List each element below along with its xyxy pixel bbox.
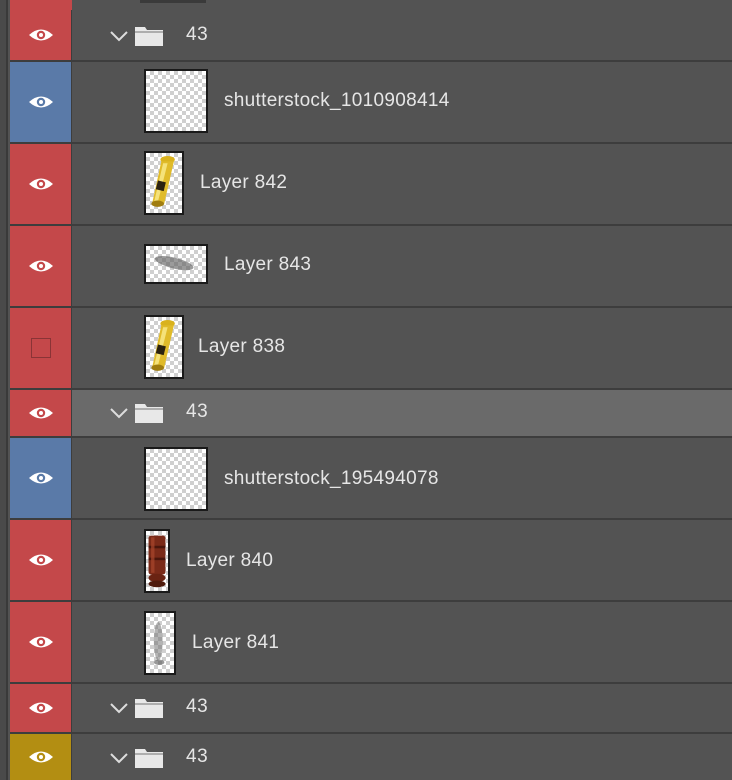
group-name: 43	[186, 401, 209, 422]
eye-icon	[28, 472, 53, 484]
layer-row[interactable]: Layer 840	[10, 520, 732, 602]
eye-icon	[28, 702, 53, 714]
gold-whistle-image	[151, 320, 175, 371]
eye-icon	[28, 751, 53, 763]
visibility-cell[interactable]	[10, 0, 72, 10]
layer-row[interactable]: shutterstock_195494078	[10, 438, 732, 520]
folder-icon	[135, 699, 163, 718]
eye-icon	[28, 407, 53, 419]
layer-name: shutterstock_195494078	[224, 468, 439, 489]
visibility-toggle[interactable]	[10, 684, 72, 732]
eye-icon	[28, 178, 53, 190]
layer-thumbnail	[144, 315, 184, 379]
visibility-toggle[interactable]	[10, 734, 72, 780]
layer-group-row[interactable]: 43	[10, 10, 732, 62]
layer-row[interactable]: Layer 842	[10, 144, 732, 226]
layer-thumbnail	[144, 611, 176, 675]
eye-icon	[28, 260, 53, 272]
visibility-toggle[interactable]	[10, 438, 72, 518]
visibility-toggle[interactable]	[10, 308, 72, 388]
group-name: 43	[186, 746, 209, 767]
visibility-toggle[interactable]	[10, 144, 72, 224]
visibility-toggle[interactable]	[10, 602, 72, 682]
folder-icon	[135, 404, 163, 423]
wood-whistle-image	[148, 535, 166, 588]
visibility-toggle[interactable]	[10, 62, 72, 142]
hidden-visibility-box	[30, 338, 51, 358]
thumbnail-edge	[140, 0, 206, 3]
shadow-image	[154, 256, 194, 271]
group-name: 43	[186, 696, 209, 717]
chevron-down-icon[interactable]	[108, 25, 130, 47]
chevron-down-icon[interactable]	[108, 402, 130, 424]
layer-name: Layer 841	[192, 632, 280, 653]
layer-thumbnail	[144, 244, 208, 284]
visibility-toggle[interactable]	[10, 10, 72, 60]
layer-row[interactable]: Layer 838	[10, 308, 732, 390]
layer-name: Layer 842	[200, 172, 288, 193]
layer-name: shutterstock_1010908414	[224, 90, 450, 111]
chevron-down-icon[interactable]	[108, 747, 130, 769]
gold-whistle-image	[151, 156, 175, 207]
layer-thumbnail	[144, 529, 170, 593]
shadow-vertical-image	[153, 622, 165, 665]
layer-row[interactable]: Layer 843	[10, 226, 732, 308]
visibility-toggle[interactable]	[10, 520, 72, 600]
group-name: 43	[186, 24, 209, 45]
folder-icon	[135, 749, 163, 768]
layer-row[interactable]: shutterstock_1010908414	[10, 62, 732, 144]
visibility-toggle[interactable]	[10, 390, 72, 436]
layer-thumbnail	[144, 151, 184, 215]
chevron-down-icon[interactable]	[108, 697, 130, 719]
panel-left-edge	[0, 0, 8, 780]
eye-icon	[28, 96, 53, 108]
layer-group-row[interactable]: 43	[10, 390, 732, 438]
visibility-toggle[interactable]	[10, 226, 72, 306]
folder-icon	[135, 27, 163, 46]
layer-group-row[interactable]: 43	[10, 734, 732, 780]
eye-icon	[28, 554, 53, 566]
layer-row[interactable]: Layer 841	[10, 602, 732, 684]
eye-icon	[28, 29, 53, 41]
layer-thumbnail	[144, 69, 208, 133]
layer-name: Layer 843	[224, 254, 312, 275]
layer-group-row[interactable]: 43	[10, 684, 732, 734]
layer-name: Layer 838	[198, 336, 286, 357]
layer-name: Layer 840	[186, 550, 274, 571]
eye-icon	[28, 636, 53, 648]
layer-thumbnail	[144, 447, 208, 511]
